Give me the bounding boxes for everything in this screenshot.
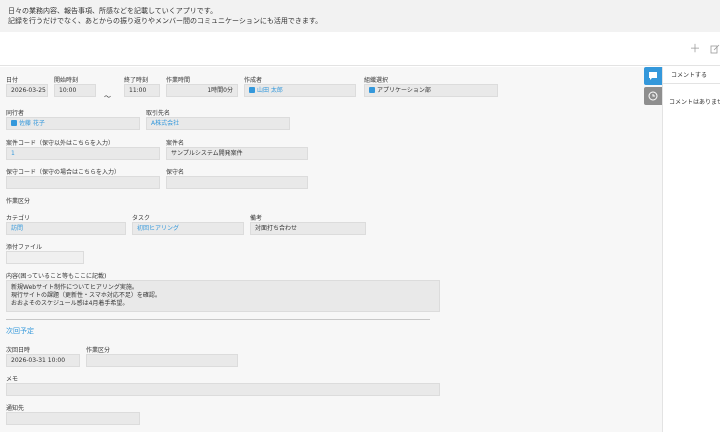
case-code-label: 案件コード（保守以外はこちらを入力） <box>6 140 115 147</box>
creator-label: 作成者 <box>244 77 263 84</box>
time-range-tilde: ～ <box>104 93 111 101</box>
comment-divider <box>663 83 720 84</box>
next-plan-title: 次回予定 <box>6 327 34 335</box>
date-value: 2026-03-25 <box>6 84 48 97</box>
edit-icon[interactable] <box>708 42 720 56</box>
client-value[interactable]: A株式会社 <box>146 117 290 130</box>
notify-label: 通知先 <box>6 405 25 412</box>
section-divider <box>6 319 430 320</box>
history-icon <box>648 91 658 101</box>
companion-value[interactable]: 佐藤 花子 <box>6 117 140 130</box>
memo-value <box>6 383 440 396</box>
org-name: アプリケーション部 <box>377 87 431 94</box>
record-detail: 日付 2026-03-25 開始時刻 10:00 ～ 終了時刻 11:00 作業… <box>0 67 642 432</box>
task-label: タスク <box>132 215 151 222</box>
content-label: 内容(困っていること等もここに記載) <box>6 273 107 280</box>
org-icon <box>369 87 375 93</box>
org-value: アプリケーション部 <box>364 84 498 97</box>
note-value: 対面打ち合わせ <box>250 222 366 235</box>
start-time-value: 10:00 <box>54 84 96 97</box>
app-description: 日々の業務内容、報告事項、所感などを記載していくアプリです。 記録を行うだけでな… <box>0 0 720 32</box>
maint-name-value <box>166 176 308 189</box>
maint-code-value <box>6 176 160 189</box>
comment-tab[interactable] <box>644 67 662 85</box>
end-time-value: 11:00 <box>124 84 160 97</box>
work-hours-value: 1時間0分 <box>166 84 238 97</box>
attachment-box <box>6 251 84 264</box>
task-value[interactable]: 初回ヒアリング <box>132 222 244 235</box>
work-hours-label: 作業時間 <box>166 77 191 84</box>
case-name-label: 案件名 <box>166 140 185 147</box>
side-tabs <box>642 67 662 432</box>
next-work-category-value <box>86 354 238 367</box>
end-time-label: 終了時刻 <box>124 77 149 84</box>
companion-name: 佐藤 花子 <box>19 120 45 127</box>
creator-name: 山田 太郎 <box>257 87 283 94</box>
maint-code-label: 保守コード（保守の場合はこちらを入力） <box>6 169 121 176</box>
date-label: 日付 <box>6 77 19 84</box>
comment-icon <box>649 72 657 80</box>
note-label: 備考 <box>250 215 263 222</box>
next-datetime-value: 2026-03-31 10:00 <box>6 354 80 367</box>
user-icon <box>249 87 255 93</box>
next-datetime-label: 次回日時 <box>6 347 31 354</box>
attachment-label: 添付ファイル <box>6 244 43 251</box>
next-work-category-label: 作業区分 <box>86 347 111 354</box>
org-label: 組織選択 <box>364 77 389 84</box>
category-value[interactable]: 訪問 <box>6 222 126 235</box>
companion-label: 同行者 <box>6 110 25 117</box>
plus-icon[interactable]: ＋ <box>688 42 702 56</box>
app-description-line2: 記録を行うだけでなく、あとからの振り返りやメンバー間のコミュニケーションにも活用… <box>8 17 323 25</box>
creator-value[interactable]: 山田 太郎 <box>244 84 356 97</box>
notify-value <box>6 412 140 425</box>
case-code-value[interactable]: 1 <box>6 147 160 160</box>
memo-label: メモ <box>6 376 19 383</box>
comment-header[interactable]: コメントする <box>671 70 707 79</box>
app-description-line1: 日々の業務内容、報告事項、所感などを記載していくアプリです。 <box>8 7 218 15</box>
content-value: 新規Webサイト制作についてヒアリング実施。 現行サイトの課題（更新性・スマホ対… <box>6 280 440 312</box>
category-label: カテゴリ <box>6 215 31 222</box>
work-section-label: 作業区分 <box>6 198 31 205</box>
start-time-label: 開始時刻 <box>54 77 79 84</box>
no-comment-text: コメントはありませ <box>669 99 720 106</box>
record-toolbar: ＋ <box>0 32 720 66</box>
user-icon <box>11 120 17 126</box>
history-tab[interactable] <box>644 87 662 105</box>
maint-name-label: 保守名 <box>166 169 185 176</box>
comment-panel: コメントする コメントはありませ <box>662 67 720 432</box>
case-name-value: サンプルシステム開発案件 <box>166 147 308 160</box>
client-label: 取引先名 <box>146 110 171 117</box>
